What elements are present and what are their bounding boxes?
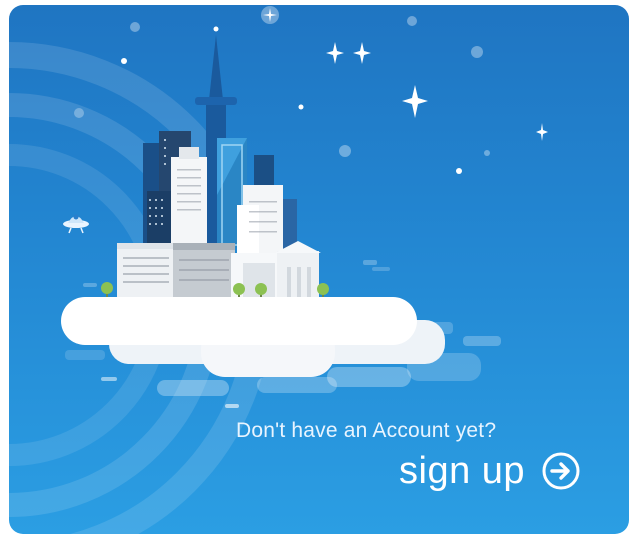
signup-label[interactable]: sign up bbox=[399, 445, 525, 497]
main-cloud bbox=[61, 297, 445, 377]
signup-button[interactable]: sign up bbox=[399, 445, 581, 497]
signup-card: Don't have an Account yet? sign up bbox=[9, 5, 629, 534]
arrow-right-circle-icon[interactable] bbox=[541, 451, 581, 491]
signup-prompt: Don't have an Account yet? bbox=[236, 419, 497, 442]
ufo-icon bbox=[63, 214, 89, 234]
